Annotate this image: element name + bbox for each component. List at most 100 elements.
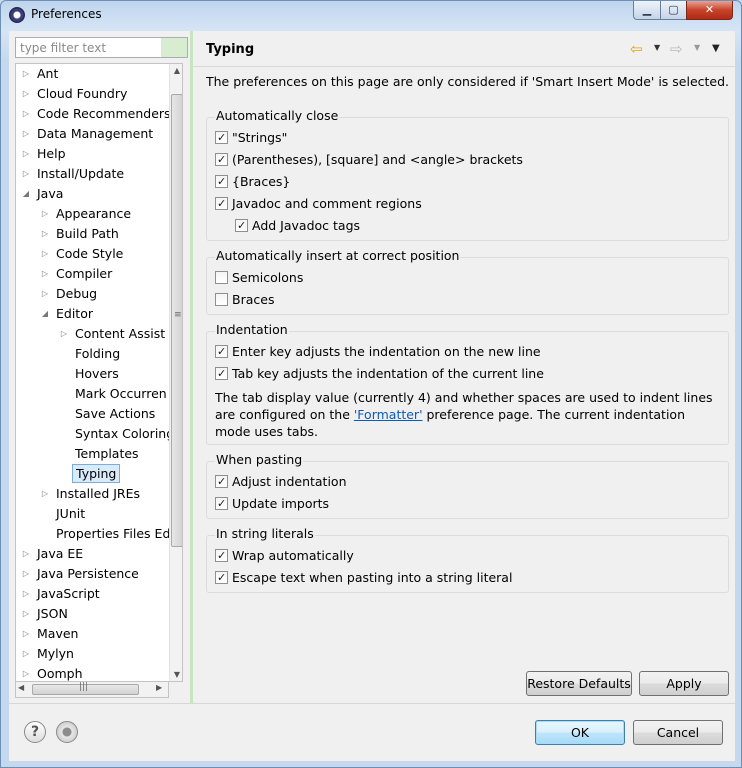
- tree-item-debug[interactable]: ▷ Debug: [37, 284, 100, 304]
- checkbox[interactable]: [215, 549, 228, 562]
- expand-icon[interactable]: ▷: [37, 224, 53, 244]
- view-menu-icon[interactable]: ▼: [712, 43, 720, 54]
- option-wrap-automatically[interactable]: Wrap automatically: [215, 547, 354, 565]
- tree-item-build-path[interactable]: ▷ Build Path: [37, 224, 122, 244]
- tree-item-installed-jres[interactable]: ▷ Installed JREs: [37, 484, 143, 504]
- scroll-down-icon[interactable]: ▼: [170, 670, 182, 679]
- option-strings[interactable]: "Strings": [215, 129, 287, 147]
- minimize-button[interactable]: ▁: [633, 1, 661, 20]
- tree-item-syntax-coloring[interactable]: Syntax Coloring: [72, 424, 169, 444]
- option-braces[interactable]: {Braces}: [215, 173, 290, 191]
- tree-item-java-persistence[interactable]: ▷ Java Persistence: [18, 564, 142, 584]
- tree-item-cloud-foundry[interactable]: ▷ Cloud Foundry: [18, 84, 130, 104]
- formatter-link[interactable]: 'Formatter': [354, 407, 423, 422]
- expand-icon[interactable]: ▷: [37, 244, 53, 264]
- maximize-button[interactable]: ▢: [660, 1, 687, 20]
- tree-item-maven[interactable]: ▷ Maven: [18, 624, 81, 644]
- expand-icon[interactable]: ▷: [18, 544, 34, 564]
- expand-icon[interactable]: ▷: [18, 84, 34, 104]
- record-icon[interactable]: [56, 721, 78, 743]
- tree-item-javascript[interactable]: ▷ JavaScript: [18, 584, 103, 604]
- tree-item-help[interactable]: ▷ Help: [18, 144, 69, 164]
- expand-icon[interactable]: ▷: [37, 204, 53, 224]
- tree-item-java[interactable]: ◢ Java: [18, 184, 66, 204]
- tree-vertical-scrollbar[interactable]: ▲ ≡ ▼: [169, 64, 182, 681]
- expand-icon[interactable]: ▷: [18, 144, 34, 164]
- checkbox[interactable]: [215, 367, 228, 380]
- tree-item-code-recommenders[interactable]: ▷ Code Recommenders: [18, 104, 169, 124]
- collapse-icon[interactable]: ◢: [18, 184, 34, 204]
- expand-icon[interactable]: ▷: [18, 624, 34, 644]
- apply-button[interactable]: Apply: [639, 671, 729, 696]
- tree-item-typing[interactable]: Typing: [72, 464, 121, 484]
- checkbox[interactable]: [215, 345, 228, 358]
- forward-arrow-icon[interactable]: ⇨: [670, 40, 683, 58]
- option-javadoc-comments[interactable]: Javadoc and comment regions: [215, 195, 422, 213]
- tree-item-save-actions[interactable]: Save Actions: [72, 404, 158, 424]
- tree-item-templates[interactable]: Templates: [72, 444, 142, 464]
- scroll-right-icon[interactable]: ▶: [156, 683, 162, 692]
- expand-icon[interactable]: ▷: [18, 584, 34, 604]
- tree-item-mark-occurrences[interactable]: Mark Occurren: [72, 384, 169, 404]
- expand-icon[interactable]: ▷: [18, 604, 34, 624]
- option-tab-key-indent[interactable]: Tab key adjusts the indentation of the c…: [215, 365, 544, 383]
- checkbox[interactable]: [215, 271, 228, 284]
- tree-item-oomph[interactable]: ▷ Oomph: [18, 664, 86, 681]
- option-add-javadoc-tags[interactable]: Add Javadoc tags: [235, 217, 360, 235]
- checkbox[interactable]: [215, 475, 228, 488]
- scroll-thumb[interactable]: ≡: [171, 94, 182, 547]
- option-update-imports[interactable]: Update imports: [215, 495, 329, 513]
- tree-item-appearance[interactable]: ▷ Appearance: [37, 204, 134, 224]
- tree-item-code-style[interactable]: ▷ Code Style: [37, 244, 126, 264]
- tree-item-compiler[interactable]: ▷ Compiler: [37, 264, 115, 284]
- scroll-left-icon[interactable]: ◀: [18, 683, 24, 692]
- tree-item-folding[interactable]: Folding: [72, 344, 123, 364]
- expand-icon[interactable]: ▷: [37, 264, 53, 284]
- expand-icon[interactable]: ▷: [18, 664, 34, 681]
- close-button[interactable]: ✕: [686, 1, 733, 20]
- expand-icon[interactable]: ▷: [37, 284, 53, 304]
- tree-item-data-management[interactable]: ▷ Data Management: [18, 124, 156, 144]
- tree-item-mylyn[interactable]: ▷ Mylyn: [18, 644, 77, 664]
- tree-item-java-ee[interactable]: ▷ Java EE: [18, 544, 86, 564]
- option-adjust-indentation[interactable]: Adjust indentation: [215, 473, 347, 491]
- scroll-up-icon[interactable]: ▲: [170, 66, 182, 75]
- expand-icon[interactable]: ▷: [18, 164, 34, 184]
- checkbox[interactable]: [215, 293, 228, 306]
- restore-defaults-button[interactable]: Restore Defaults: [526, 671, 632, 696]
- tree-horizontal-scrollbar[interactable]: ◀ ||| ▶: [15, 682, 169, 698]
- tree-item-editor[interactable]: ◢ Editor: [37, 304, 96, 324]
- expand-icon[interactable]: ▷: [18, 64, 34, 84]
- checkbox[interactable]: [215, 571, 228, 584]
- ok-button[interactable]: OK: [535, 720, 625, 745]
- option-brackets[interactable]: (Parentheses), [square] and <angle> brac…: [215, 151, 523, 169]
- tree-item-hovers[interactable]: Hovers: [72, 364, 122, 384]
- option-escape-text[interactable]: Escape text when pasting into a string l…: [215, 569, 512, 587]
- scroll-thumb[interactable]: |||: [32, 682, 139, 695]
- checkbox[interactable]: [215, 153, 228, 166]
- cancel-button[interactable]: Cancel: [633, 720, 723, 745]
- expand-icon[interactable]: ▷: [56, 324, 72, 344]
- checkbox[interactable]: [235, 219, 248, 232]
- checkbox[interactable]: [215, 197, 228, 210]
- expand-icon[interactable]: ▷: [18, 104, 34, 124]
- option-insert-braces[interactable]: Braces: [215, 291, 274, 309]
- chevron-down-icon[interactable]: ▼: [694, 43, 700, 52]
- tree-item-content-assist[interactable]: ▷ Content Assist: [56, 324, 168, 344]
- chevron-down-icon[interactable]: ▼: [654, 43, 660, 52]
- tree-item-junit[interactable]: JUnit: [53, 504, 88, 524]
- checkbox[interactable]: [215, 497, 228, 510]
- expand-icon[interactable]: ▷: [18, 644, 34, 664]
- collapse-icon[interactable]: ◢: [37, 304, 53, 324]
- tree-item-properties-files-editor[interactable]: Properties Files Ed: [53, 524, 169, 544]
- tree-item-ant[interactable]: ▷ Ant: [18, 64, 61, 84]
- tree-item-install-update[interactable]: ▷ Install/Update: [18, 164, 127, 184]
- checkbox[interactable]: [215, 131, 228, 144]
- checkbox[interactable]: [215, 175, 228, 188]
- option-semicolons[interactable]: Semicolons: [215, 269, 303, 287]
- expand-icon[interactable]: ▷: [18, 564, 34, 584]
- help-icon[interactable]: ?: [24, 721, 46, 743]
- tree-item-json[interactable]: ▷ JSON: [18, 604, 71, 624]
- expand-icon[interactable]: ▷: [18, 124, 34, 144]
- expand-icon[interactable]: ▷: [37, 484, 53, 504]
